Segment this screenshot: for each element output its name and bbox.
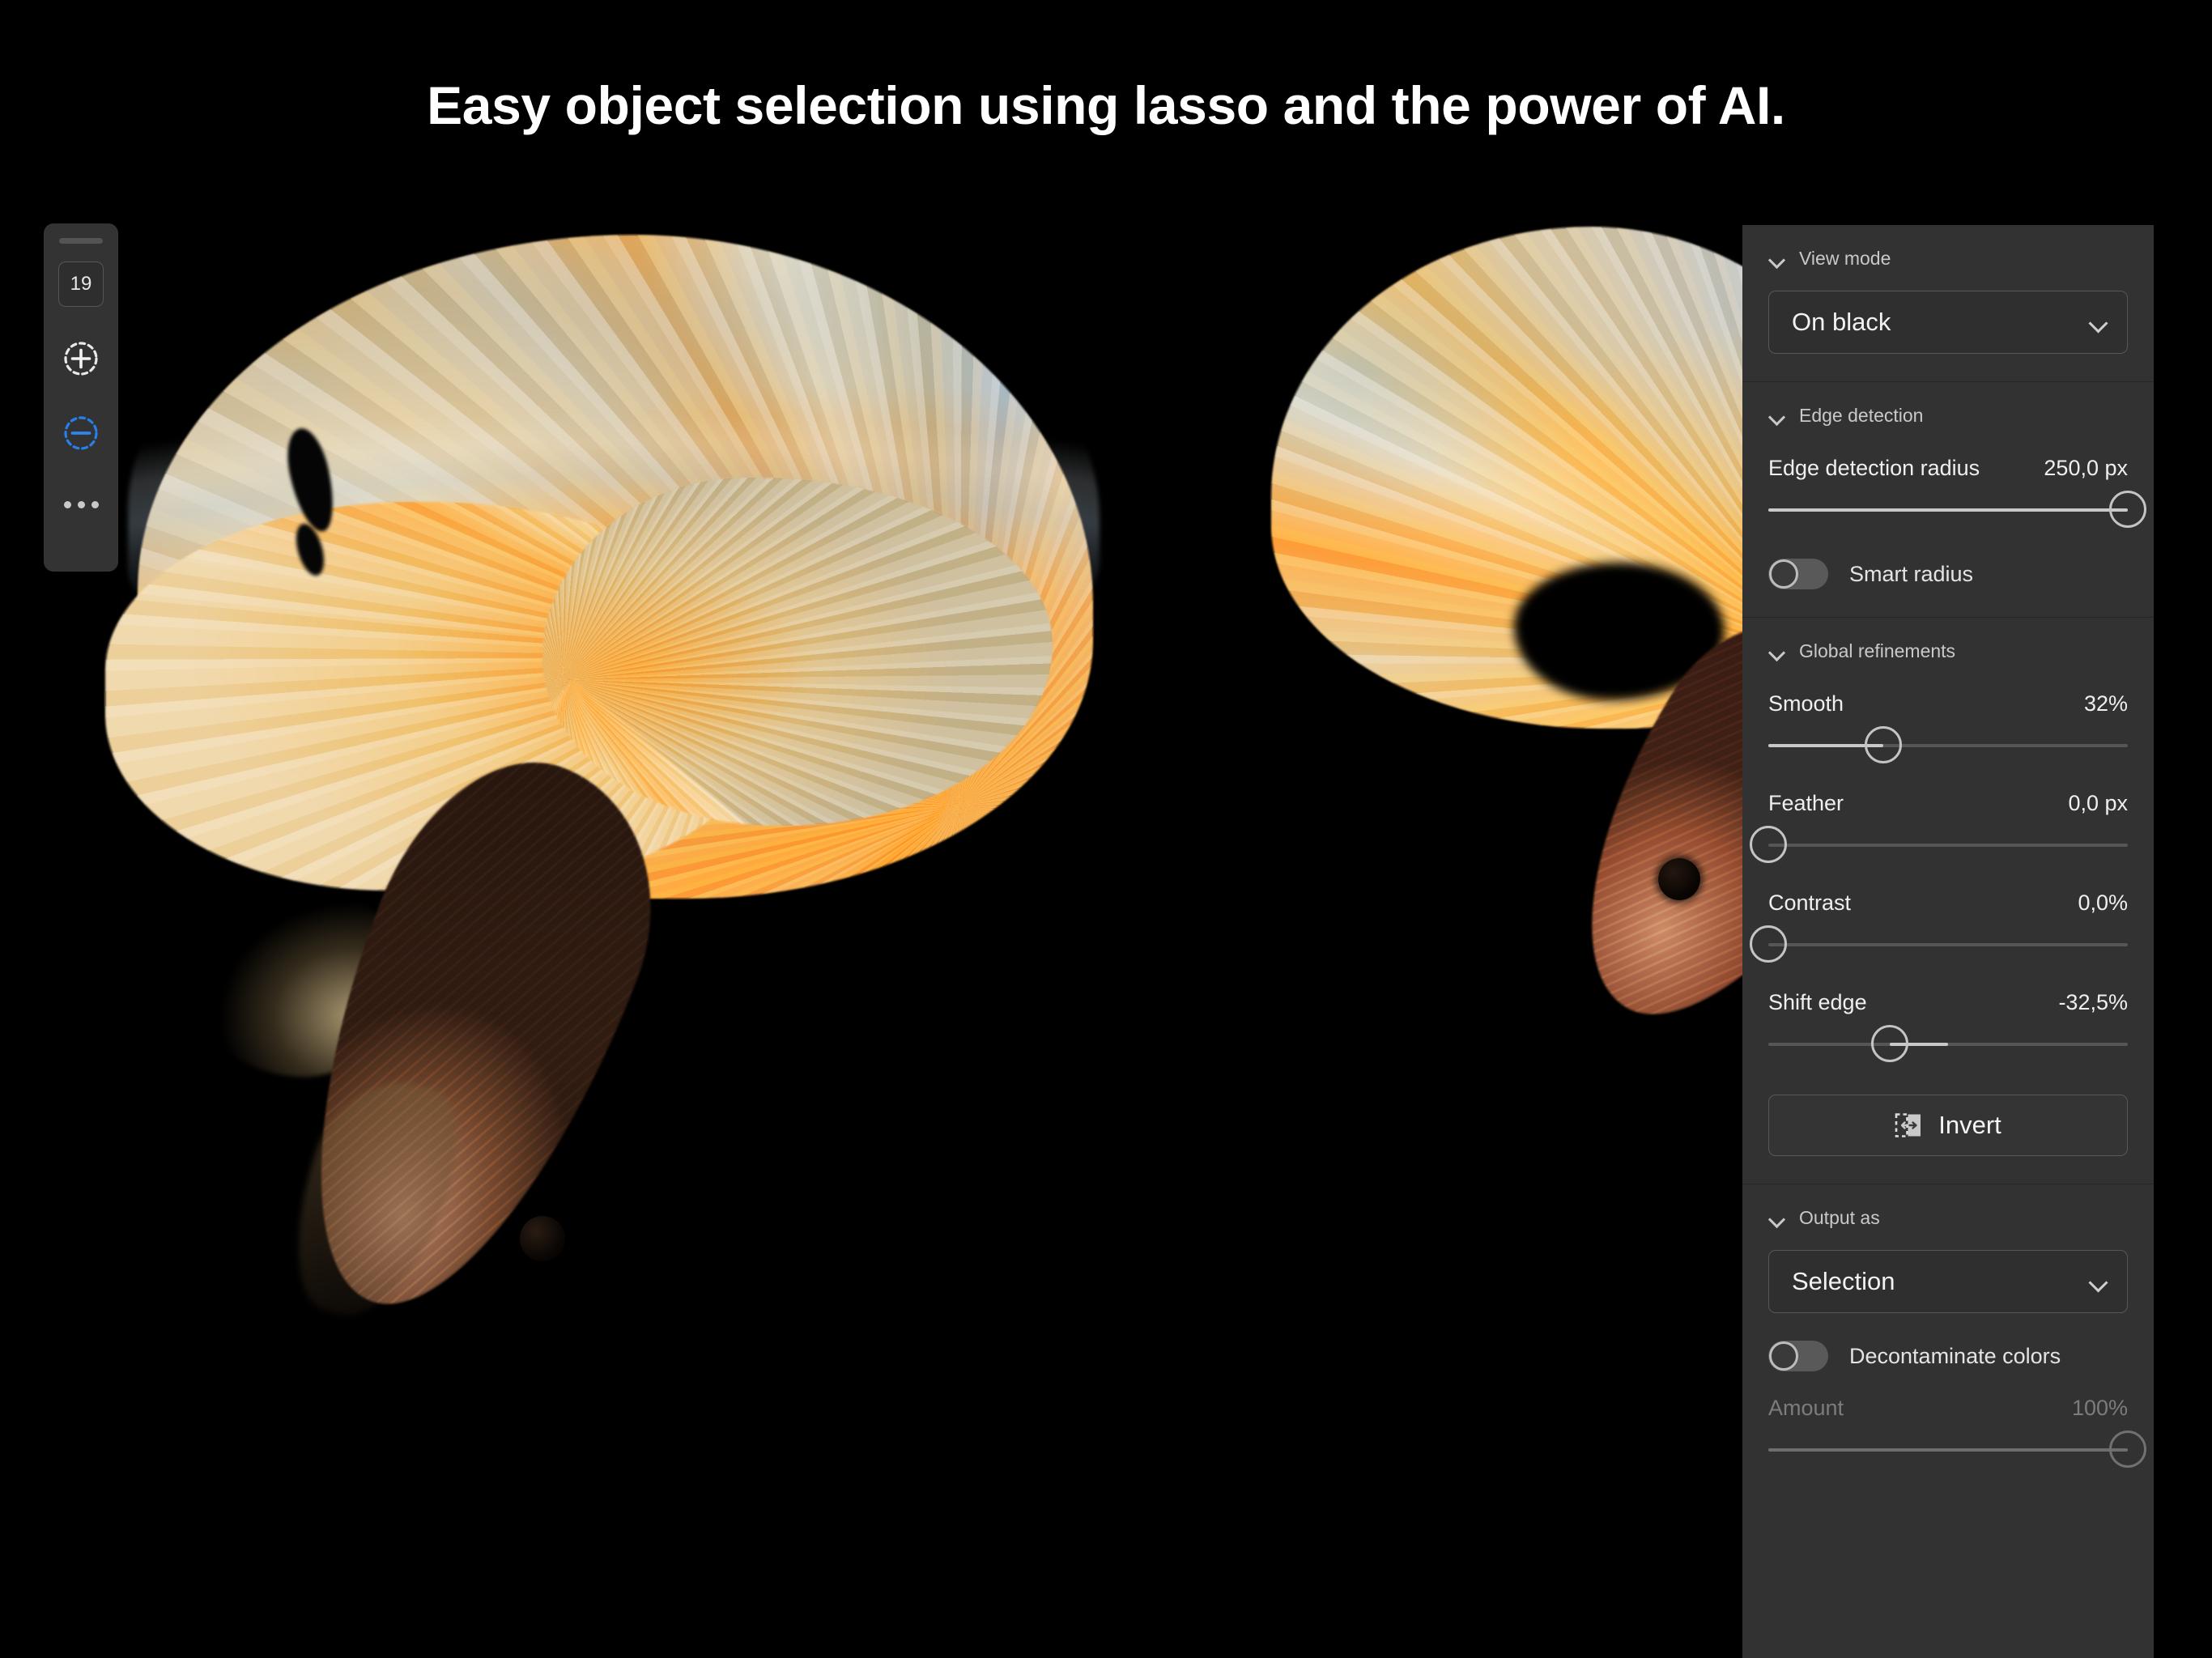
section-global-refinements: Global refinements Smooth 32% Feather 0,…: [1742, 617, 2154, 1184]
chevron-down-icon: [1768, 407, 1786, 425]
contrast-value: 0,0%: [2078, 891, 2128, 915]
ellipsis-dot: [91, 500, 99, 508]
add-to-selection-button[interactable]: [58, 336, 104, 381]
slider-thumb[interactable]: [1865, 726, 1903, 763]
feather-slider[interactable]: [1750, 823, 2128, 866]
selection-toolbar[interactable]: 19: [44, 223, 118, 572]
output-as-dropdown[interactable]: Selection: [1768, 1250, 2128, 1313]
drag-handle[interactable]: [59, 238, 103, 244]
decontaminate-colors-row[interactable]: Decontaminate colors: [1768, 1341, 2128, 1371]
properties-panel: View mode On black Edge detection Edge d…: [1742, 225, 2154, 1658]
smart-radius-row[interactable]: Smart radius: [1768, 559, 2128, 589]
contrast-label: Contrast: [1768, 891, 1852, 915]
slider-track: [1768, 943, 2128, 946]
app-root: Easy object selection using lasso and th…: [0, 0, 2212, 1658]
edge-radius-label: Edge detection radius: [1768, 456, 1980, 480]
view-mode-value: On black: [1792, 308, 1891, 336]
amount-row: Amount 100%: [1768, 1396, 2128, 1421]
section-title: Output as: [1799, 1207, 1880, 1228]
section-edge-detection: Edge detection Edge detection radius 250…: [1742, 381, 2154, 617]
more-options-button[interactable]: [58, 488, 104, 521]
chevron-down-icon: [2090, 312, 2109, 332]
shift-edge-slider[interactable]: [1768, 1022, 2128, 1065]
edge-radius-value: 250,0 px: [2044, 456, 2128, 480]
slider-thumb[interactable]: [2109, 491, 2146, 528]
invert-button-label: Invert: [1938, 1111, 2001, 1139]
section-title: Edge detection: [1799, 405, 1924, 426]
section-output-as: Output as Selection Decontaminate colors…: [1742, 1184, 2154, 1499]
brush-size-value: 19: [70, 273, 92, 295]
slider-thumb[interactable]: [1750, 826, 1787, 863]
brush-size-field[interactable]: 19: [58, 261, 104, 307]
slider-fill: [1768, 508, 2128, 512]
slider-thumb: [2109, 1431, 2146, 1468]
chevron-down-icon: [1768, 1209, 1786, 1227]
subtract-from-selection-icon: [64, 416, 98, 450]
section-title: Global refinements: [1799, 640, 1956, 661]
feather-label: Feather: [1768, 791, 1844, 815]
invert-button[interactable]: Invert: [1768, 1095, 2128, 1156]
smooth-slider[interactable]: [1768, 723, 2128, 767]
chevron-down-icon: [1768, 250, 1786, 268]
section-header-global-refinements[interactable]: Global refinements: [1742, 618, 2154, 667]
slider-fill: [1768, 1448, 2128, 1452]
contrast-slider[interactable]: [1750, 922, 2128, 966]
view-mode-dropdown[interactable]: On black: [1768, 291, 2128, 354]
add-to-selection-icon: [64, 342, 98, 376]
feather-row: Feather 0,0 px: [1768, 791, 2128, 816]
shift-edge-row: Shift edge -32,5%: [1768, 990, 2128, 1015]
slider-thumb[interactable]: [1750, 925, 1787, 963]
fish1-eye: [520, 1216, 565, 1261]
shift-edge-value: -32,5%: [2058, 990, 2128, 1014]
betta-fish-primary: [105, 228, 1223, 1658]
feather-value: 0,0 px: [2068, 791, 2128, 815]
chevron-down-icon: [2090, 1272, 2109, 1291]
smart-radius-toggle[interactable]: [1768, 559, 1828, 589]
fish2-eye: [1658, 858, 1700, 900]
edge-radius-row: Edge detection radius 250,0 px: [1768, 456, 2128, 481]
amount-slider: [1768, 1427, 2146, 1471]
page-title: Easy object selection using lasso and th…: [427, 75, 1785, 135]
toggle-knob: [1769, 559, 1798, 589]
smart-radius-label: Smart radius: [1849, 561, 1974, 586]
slider-track: [1768, 1043, 2128, 1046]
shift-edge-label: Shift edge: [1768, 990, 1867, 1014]
decontaminate-colors-toggle[interactable]: [1768, 1341, 1828, 1371]
smooth-value: 32%: [2083, 691, 2128, 716]
smooth-label: Smooth: [1768, 691, 1844, 716]
section-header-edge-detection[interactable]: Edge detection: [1742, 382, 2154, 432]
edge-radius-slider[interactable]: [1768, 487, 2146, 531]
chevron-down-icon: [1768, 643, 1786, 661]
section-title: View mode: [1799, 248, 1891, 269]
amount-label: Amount: [1768, 1396, 1844, 1420]
fish1-pelvic-fin: [270, 1061, 477, 1335]
ellipsis-dot: [77, 500, 85, 508]
invert-selection-icon: [1895, 1113, 1921, 1137]
subtract-from-selection-button[interactable]: [58, 410, 104, 456]
section-header-output-as[interactable]: Output as: [1742, 1184, 2154, 1234]
toggle-knob: [1769, 1341, 1798, 1371]
output-as-value: Selection: [1792, 1267, 1895, 1295]
section-header-view-mode[interactable]: View mode: [1742, 225, 2154, 274]
slider-track: [1768, 844, 2128, 847]
amount-value: 100%: [2071, 1396, 2128, 1420]
decontaminate-colors-label: Decontaminate colors: [1849, 1343, 2061, 1368]
contrast-row: Contrast 0,0%: [1768, 891, 2128, 916]
ellipsis-dot: [63, 500, 71, 508]
section-view-mode: View mode On black: [1742, 225, 2154, 381]
smooth-row: Smooth 32%: [1768, 691, 2128, 716]
slider-thumb[interactable]: [1870, 1025, 1908, 1062]
